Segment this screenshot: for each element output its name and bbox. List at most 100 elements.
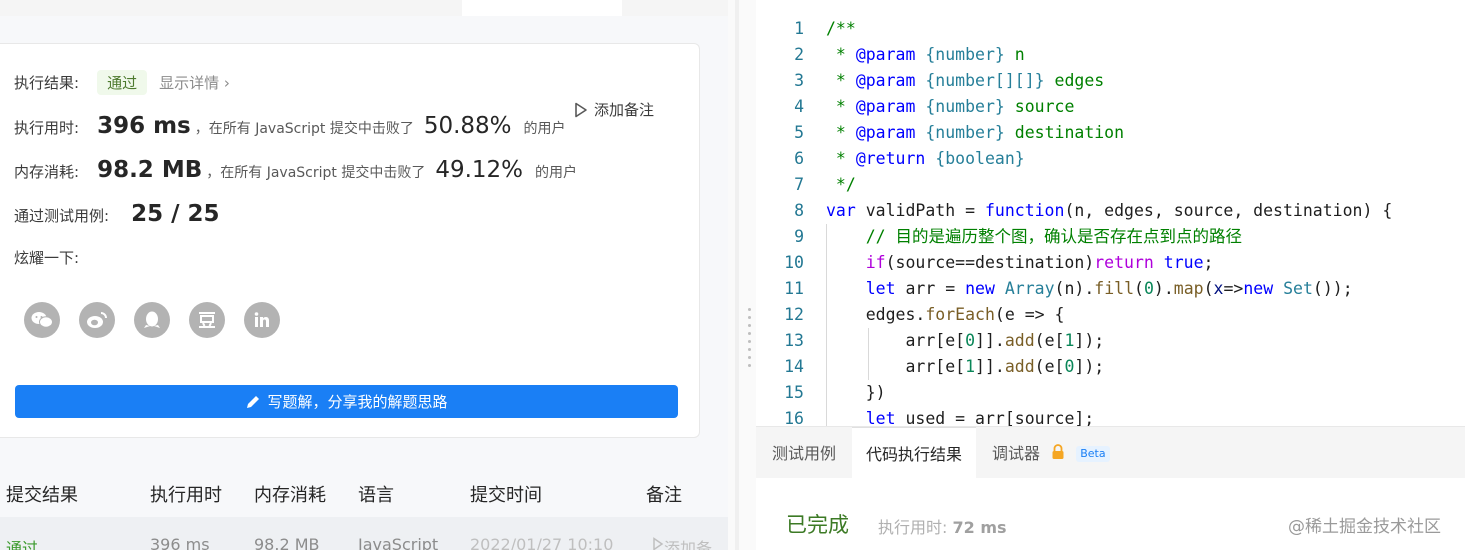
wechat-icon[interactable]: [24, 302, 60, 338]
submission-panel: 执行结果: 通过 显示详情 › 添加备注 执行用时: 396 ms ，在所有 J…: [0, 16, 728, 550]
code-line[interactable]: 14 arr[e[1]].add(e[0]);: [756, 354, 1465, 380]
code-line[interactable]: 15 }): [756, 380, 1465, 406]
watermark: @稀土掘金技术社区: [1288, 517, 1441, 537]
row-runtime: 396 ms: [150, 535, 210, 550]
code-line[interactable]: 13 arr[e[0]].add(e[1]);: [756, 328, 1465, 354]
code-line[interactable]: 8 var validPath = function(n, edges, sour…: [756, 198, 1465, 224]
run-status: 已完成: [786, 513, 849, 537]
active-tab-slot[interactable]: [462, 0, 622, 16]
memory-suffix: 的用户: [535, 165, 578, 181]
code-line[interactable]: 16 let used = arr[source];: [756, 406, 1465, 426]
status-label: 执行结果:: [14, 74, 80, 92]
tab-run-result[interactable]: 代码执行结果: [852, 427, 976, 479]
table-row[interactable]: 通过 396 ms 98.2 MB JavaScript 2022/01/27 …: [0, 517, 728, 550]
memory-text: ，在所有 JavaScript 提交中击败了: [206, 165, 426, 181]
line-number: 11: [784, 279, 804, 298]
code-text: * @param {number} source: [826, 97, 1075, 116]
row-result[interactable]: 通过: [6, 535, 38, 550]
share-label: 炫耀一下:: [14, 249, 80, 267]
show-details-link[interactable]: 显示详情 ›: [159, 72, 230, 93]
exec-time: 执行用时: 72 ms: [878, 514, 1007, 538]
code-text: * @param {number[][]} edges: [826, 71, 1105, 90]
header-note: 备注: [646, 485, 682, 506]
console-body: 已完成 执行用时: 72 ms @稀土掘金技术社区: [756, 478, 1465, 550]
runtime-label: 执行用时:: [14, 119, 80, 137]
code-text: * @return {boolean}: [826, 149, 1025, 168]
submission-table: 提交结果 执行用时 内存消耗 语言 提交时间 备注 通过 396 ms 98.2…: [0, 471, 728, 550]
code-text: }): [826, 383, 886, 402]
code-text: arr[e[0]].add(e[1]);: [826, 331, 1105, 350]
memory-value: 98.2 MB: [97, 157, 203, 183]
tests-value: 25 / 25: [131, 201, 220, 227]
memory-percent: 49.12%: [435, 157, 524, 183]
code-line[interactable]: 12 edges.forEach(e => {: [756, 302, 1465, 328]
code-line[interactable]: 9 // 目的是遍历整个图，确认是否存在点到点的路径: [756, 224, 1465, 250]
code-line[interactable]: 7 */: [756, 172, 1465, 198]
tests-label: 通过测试用例:: [14, 207, 110, 225]
header-result: 提交结果: [6, 485, 78, 506]
line-number: 13: [784, 331, 804, 350]
header-time: 提交时间: [470, 485, 542, 506]
line-number: 1: [794, 19, 804, 38]
row-add-note[interactable]: 添加备: [652, 535, 712, 550]
play-outline-icon: [575, 102, 587, 117]
code-line[interactable]: 6 * @return {boolean}: [756, 146, 1465, 172]
runtime-text: ，在所有 JavaScript 提交中击败了: [194, 121, 414, 137]
row-note-label: 添加备: [664, 539, 713, 550]
linkedin-icon[interactable]: [244, 302, 280, 338]
code-text: /**: [826, 19, 856, 38]
code-line[interactable]: 4 * @param {number} source: [756, 94, 1465, 120]
status-badge: 通过: [97, 70, 148, 95]
tab-testcases[interactable]: 测试用例: [756, 427, 852, 479]
write-solution-label: 写题解，分享我的解题思路: [267, 393, 448, 411]
code-line[interactable]: 11 let arr = new Array(n).fill(0).map(x=…: [756, 276, 1465, 302]
code-text: let used = arr[source];: [865, 409, 1095, 426]
memory-row: 内存消耗: 98.2 MB ，在所有 JavaScript 提交中击败了 49.…: [14, 157, 577, 183]
exec-time-label: 执行用时:: [878, 518, 948, 537]
line-number: 14: [784, 357, 804, 376]
line-number: 7: [794, 175, 804, 194]
runtime-suffix: 的用户: [523, 121, 566, 137]
code-editor[interactable]: 1 /** 2 * @param {number} n3 * @param {num…: [756, 16, 1465, 426]
runtime-value: 396 ms: [97, 113, 191, 139]
tests-row: 通过测试用例: 25 / 25: [14, 201, 220, 227]
splitter-track: [735, 0, 739, 550]
code-text: if(source==destination)return true;: [865, 253, 1214, 272]
header-runtime: 执行用时: [150, 485, 222, 506]
status-row: 执行结果: 通过 显示详情 ›: [14, 70, 230, 95]
top-tab-strip: [0, 0, 740, 16]
line-number: 8: [794, 201, 804, 220]
write-solution-button[interactable]: 写题解，分享我的解题思路: [15, 385, 678, 418]
line-number: 10: [784, 253, 804, 272]
drag-handle-icon[interactable]: [748, 308, 751, 367]
lock-icon: [1052, 444, 1064, 459]
line-number: 9: [794, 227, 804, 246]
code-text: * @param {number} destination: [826, 123, 1125, 142]
add-note-button[interactable]: 添加备注: [574, 99, 654, 120]
tab-debugger[interactable]: 调试器 Beta: [992, 427, 1110, 479]
share-row: 炫耀一下:: [14, 247, 79, 268]
debugger-label: 调试器: [992, 444, 1041, 463]
code-line[interactable]: 3 * @param {number[][]} edges: [756, 68, 1465, 94]
qq-icon[interactable]: [134, 302, 170, 338]
runtime-percent: 50.88%: [423, 113, 512, 139]
share-icons: [24, 302, 280, 338]
exec-time-value: 72 ms: [952, 518, 1007, 537]
weibo-icon[interactable]: [79, 302, 115, 338]
line-number: 5: [794, 123, 804, 142]
result-card: 执行结果: 通过 显示详情 › 添加备注 执行用时: 396 ms ，在所有 J…: [0, 43, 700, 438]
line-number: 2: [794, 45, 804, 64]
code-text: let arr = new Array(n).fill(0).map(x=>ne…: [865, 279, 1353, 298]
code-line[interactable]: 1 /**: [756, 16, 1465, 42]
code-text: var validPath = function(n, edges, sourc…: [826, 201, 1393, 220]
panel-splitter[interactable]: [728, 0, 756, 550]
code-text: */: [826, 175, 856, 194]
code-line[interactable]: 2 * @param {number} n: [756, 42, 1465, 68]
code-line[interactable]: 10 if(source==destination)return true;: [756, 250, 1465, 276]
douban-icon[interactable]: [189, 302, 225, 338]
code-line[interactable]: 5 * @param {number} destination: [756, 120, 1465, 146]
header-memory: 内存消耗: [254, 485, 326, 506]
line-number: 6: [794, 149, 804, 168]
code-text: // 目的是遍历整个图，确认是否存在点到点的路径: [826, 227, 1243, 246]
row-time: 2022/01/27 10:10: [470, 535, 614, 550]
